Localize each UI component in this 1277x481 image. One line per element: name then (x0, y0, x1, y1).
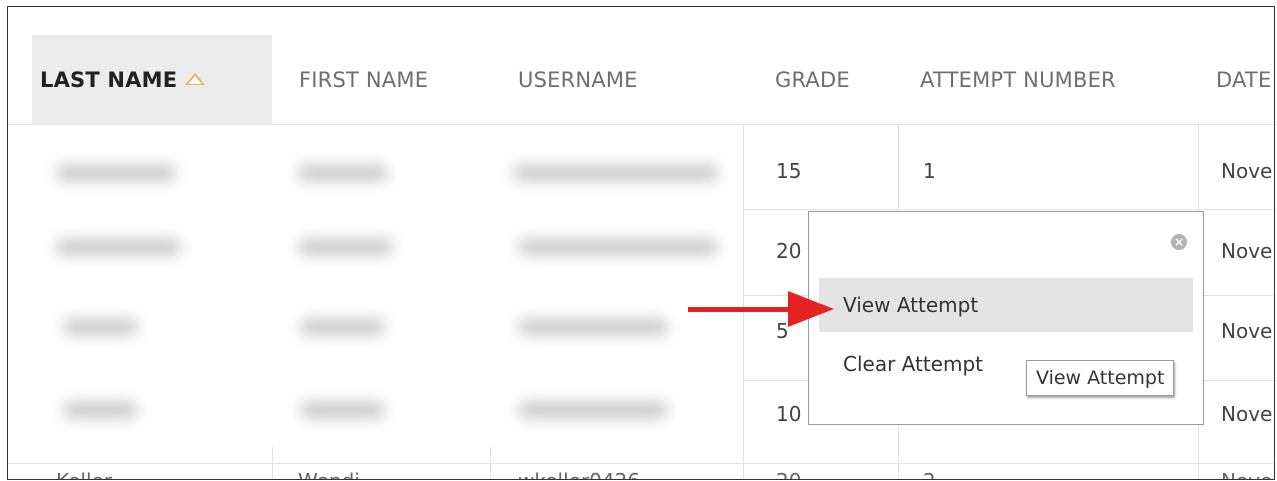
date-cell: Nove (1221, 319, 1273, 343)
username-cell: wkeller0426 (518, 469, 640, 479)
date-cell: Nove (1221, 402, 1273, 426)
redacted-username (518, 239, 718, 255)
row-divider (8, 124, 1274, 125)
column-header-label: DATE (1216, 67, 1272, 92)
attempt-cell: 1 (923, 159, 936, 183)
annotation-arrow-icon (788, 291, 834, 327)
sort-ascending-icon[interactable] (185, 72, 206, 85)
grade-cell: 20 (776, 239, 802, 263)
first-name-cell: Wendi (298, 469, 360, 479)
column-header-label: GRADE (775, 67, 850, 92)
column-header-date[interactable]: DATE (1216, 35, 1271, 124)
redacted-first-name (300, 319, 385, 335)
date-cell: Nove (1221, 159, 1273, 183)
annotation-arrow-shaft (688, 307, 798, 312)
redacted-last-name (56, 165, 176, 181)
column-header-attempt-number[interactable]: ATTEMPT NUMBER (920, 35, 1116, 124)
redacted-first-name (298, 239, 393, 255)
grade-center-frame: LAST NAME FIRST NAME USERNAME GRADE ATTE… (7, 6, 1275, 480)
grade-cell: 5 (776, 319, 789, 343)
column-header-last-name[interactable]: LAST NAME (32, 35, 272, 124)
column-header-username[interactable]: USERNAME (518, 35, 638, 124)
grade-cell: 20 (776, 469, 801, 479)
view-attempt-tooltip: View Attempt (1026, 360, 1175, 396)
redacted-first-name (300, 402, 385, 418)
redacted-last-name (63, 319, 138, 335)
view-attempt-menu-item[interactable]: View Attempt (819, 278, 1193, 332)
date-cell: Nove (1221, 469, 1272, 479)
last-name-cell: Keller (56, 469, 112, 479)
grade-cell: 10 (776, 402, 802, 426)
attempts-table: LAST NAME FIRST NAME USERNAME GRADE ATTE… (8, 7, 1274, 479)
redacted-last-name (56, 239, 181, 255)
column-header-label: LAST NAME (40, 67, 178, 92)
redacted-username (513, 165, 718, 181)
column-header-label: ATTEMPT NUMBER (920, 67, 1116, 92)
close-icon[interactable]: × (1171, 234, 1187, 250)
attempt-cell: 2 (923, 469, 936, 479)
row-divider (8, 463, 1274, 464)
date-cell: Nove (1221, 239, 1273, 263)
column-header-label: FIRST NAME (299, 67, 429, 92)
column-header-label: USERNAME (518, 67, 638, 92)
redacted-first-name (298, 165, 388, 181)
row-divider (743, 209, 1274, 210)
redacted-username (518, 402, 668, 418)
column-divider (490, 447, 491, 479)
column-divider (743, 124, 744, 479)
column-header-first-name[interactable]: FIRST NAME (299, 35, 428, 124)
column-divider (272, 447, 273, 479)
column-header-grade[interactable]: GRADE (775, 35, 850, 124)
redacted-last-name (63, 402, 138, 418)
redacted-username (518, 319, 668, 335)
grade-cell: 15 (776, 159, 802, 183)
